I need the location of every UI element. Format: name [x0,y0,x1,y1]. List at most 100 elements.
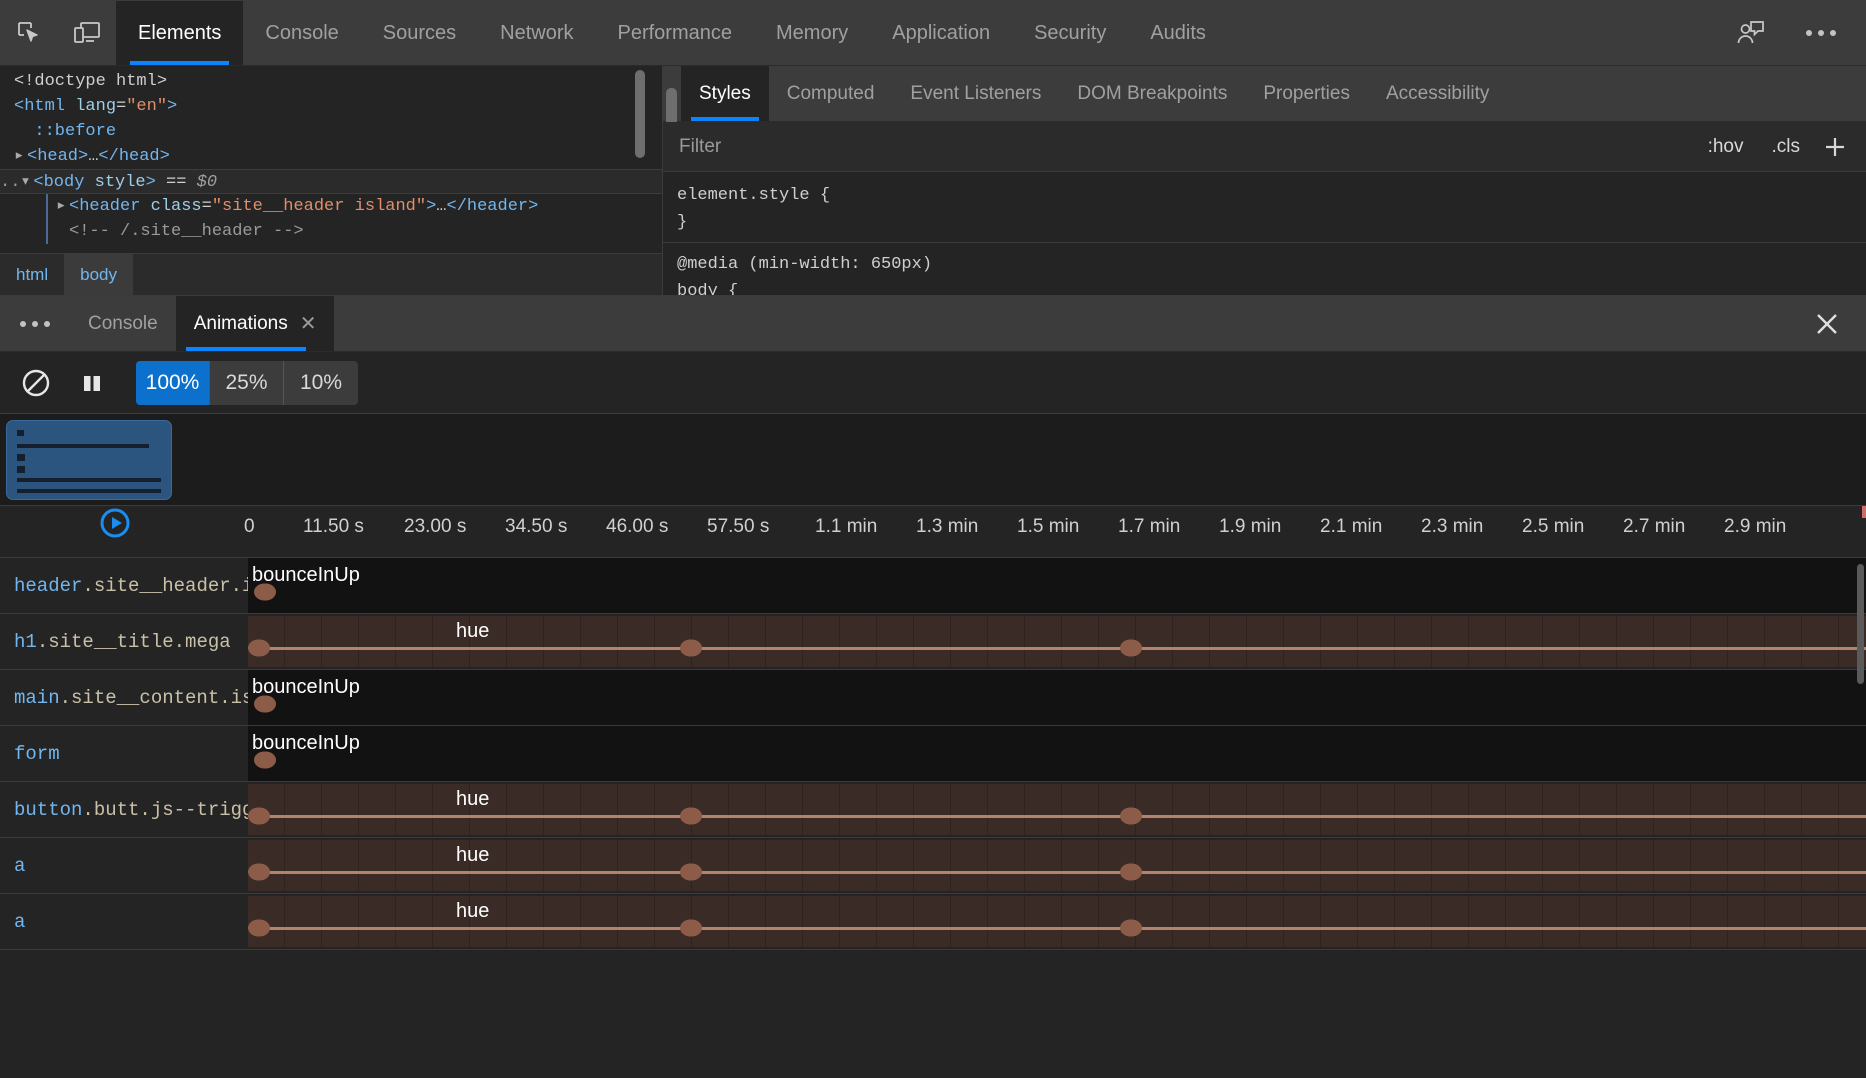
tab-dom-breakpoints[interactable]: DOM Breakpoints [1059,66,1245,121]
animation-row-name[interactable]: form [0,726,248,781]
tab-memory[interactable]: Memory [754,1,870,65]
animation-bar[interactable] [248,670,1866,725]
animation-bar[interactable] [248,896,1866,947]
keyframe-handle[interactable] [1120,864,1142,881]
animation-row-name[interactable]: h1.site__title.mega [0,614,248,669]
tab-accessibility[interactable]: Accessibility [1368,66,1507,121]
tab-console[interactable]: Console [243,1,360,65]
animation-row-track[interactable]: hue [248,782,1866,837]
tab-security[interactable]: Security [1012,1,1128,65]
animation-row[interactable]: a hue [0,894,1866,950]
keyframe-handle[interactable] [248,808,270,825]
tab-properties[interactable]: Properties [1245,66,1368,121]
tab-elements[interactable]: Elements [116,1,243,65]
replay-play-icon[interactable] [0,506,230,540]
rule-body-selector[interactable]: body { [673,278,1866,295]
close-tab-icon[interactable]: ✕ [300,311,317,336]
animation-row[interactable]: a hue [0,838,1866,894]
tab-styles[interactable]: Styles [681,66,769,121]
animation-row-track[interactable]: hue [248,894,1866,949]
animation-row-track[interactable]: hue [248,838,1866,893]
rule-element-style-selector[interactable]: element.style { [673,182,1866,209]
animation-row-track[interactable]: bounceInUp [248,558,1866,613]
animation-row-track[interactable]: bounceInUp [248,670,1866,725]
styles-sidebar-tabs: Styles Computed Event Listeners DOM Brea… [663,66,1866,122]
drawer-tab-animations[interactable]: Animations ✕ [176,296,335,351]
breadcrumb-item-body[interactable]: body [64,254,133,295]
animation-row-track[interactable]: bounceInUp [248,726,1866,781]
preview-line [17,444,149,448]
dom-line[interactable]: <html lang="en"> [0,94,662,119]
keyframe-handle[interactable] [254,752,276,769]
tab-application[interactable]: Application [870,1,1012,65]
animation-row-name[interactable]: a [0,838,248,893]
animation-row[interactable]: h1.site__title.mega hue [0,614,1866,670]
breadcrumb-item-html[interactable]: html [0,254,64,295]
close-icon[interactable] [1788,296,1866,351]
playback-rate-25[interactable]: 25% [210,361,284,405]
dom-tree[interactable]: <!doctype html> <html lang="en"> ::befor… [0,66,662,253]
keyframe-handle[interactable] [1120,808,1142,825]
animation-bar[interactable] [248,558,1866,613]
playback-rate-100[interactable]: 100% [136,361,210,405]
expand-arrow-icon[interactable]: ▸ [56,194,69,219]
tab-event-listeners[interactable]: Event Listeners [892,66,1059,121]
dom-line-pseudo[interactable]: ::before [0,119,662,144]
person-feedback-icon[interactable] [1722,19,1780,47]
pause-icon[interactable] [66,357,118,409]
keyframe-handle[interactable] [1120,640,1142,657]
animation-row[interactable]: form bounceInUp [0,726,1866,782]
animation-row-track[interactable]: hue [248,614,1866,669]
tab-audits[interactable]: Audits [1128,1,1228,65]
keyframe-handle[interactable] [248,920,270,937]
tab-network[interactable]: Network [478,1,595,65]
clear-all-icon[interactable] [10,357,62,409]
keyframe-handle[interactable] [254,584,276,601]
animation-row[interactable]: button.butt.js--trigge hue [0,782,1866,838]
keyframe-handle[interactable] [248,640,270,657]
tab-sources[interactable]: Sources [361,1,478,65]
dom-line-header[interactable]: ▸<header class="site__header island">…</… [0,194,662,219]
keyframe-handle[interactable] [680,640,702,657]
animation-list-scrollbar[interactable] [1856,558,1866,1078]
keyframe-handle[interactable] [680,864,702,881]
animation-bar[interactable] [248,784,1866,835]
dom-line-head[interactable]: ▸<head>…</head> [0,144,662,169]
dom-tree-scrollbar[interactable] [635,70,645,158]
collapse-arrow-icon[interactable]: ▾ [20,170,33,195]
more-options-icon[interactable] [1794,20,1848,46]
device-toolbar-icon[interactable] [58,1,116,65]
tab-performance[interactable]: Performance [596,1,755,65]
hov-toggle-button[interactable]: :hov [1694,136,1758,158]
dom-line[interactable]: <!doctype html> [0,69,662,94]
inspect-cursor-icon[interactable] [0,1,58,65]
plus-icon[interactable] [1814,134,1866,160]
drawer-more-icon[interactable] [0,296,70,351]
filter-input[interactable] [663,136,1694,158]
keyframe-handle[interactable] [1120,920,1142,937]
animation-row-name[interactable]: button.butt.js--trigge [0,782,248,837]
cls-toggle-button[interactable]: .cls [1758,136,1815,158]
animation-bar[interactable] [248,616,1866,667]
animation-row-name[interactable]: a [0,894,248,949]
tab-computed[interactable]: Computed [769,66,893,121]
timeline-ruler[interactable]: 0 11.50 s 23.00 s 34.50 s 46.00 s 57.50 … [0,506,1866,558]
keyframe-handle[interactable] [248,864,270,881]
expand-arrow-icon[interactable]: ▸ [14,144,27,169]
animation-bar[interactable] [248,726,1866,781]
animation-group-preview[interactable] [6,420,172,500]
breadcrumb: html body [0,253,662,295]
animation-row[interactable]: main.site__content.is bounceInUp [0,670,1866,726]
keyframe-handle[interactable] [680,808,702,825]
playback-rate-10[interactable]: 10% [284,361,358,405]
keyframe-handle[interactable] [680,920,702,937]
preview-mark [17,466,25,473]
animation-row-name[interactable]: header.site__header.i [0,558,248,613]
dom-line-body-selected[interactable]: ..▾<body style> == $0 [0,169,662,194]
animation-bar[interactable] [248,840,1866,891]
animation-row[interactable]: header.site__header.i bounceInUp [0,558,1866,614]
dom-line-comment[interactable]: <!-- /.site__header --> [0,219,662,244]
keyframe-handle[interactable] [254,696,276,713]
drawer-tab-console[interactable]: Console [70,296,176,351]
animation-row-name[interactable]: main.site__content.is [0,670,248,725]
